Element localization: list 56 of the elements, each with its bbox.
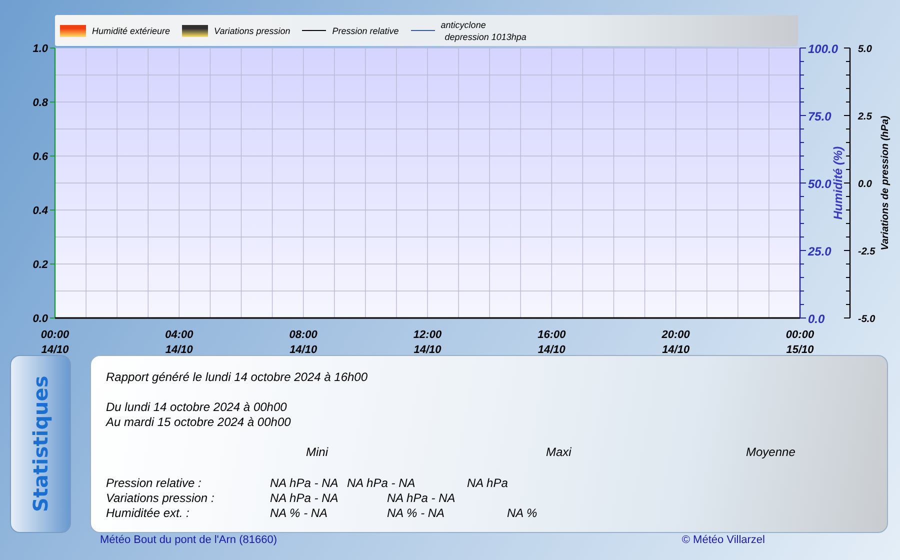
axis-tick-label: 16:00: [538, 329, 566, 341]
column-header: Moyenne: [746, 445, 796, 460]
axis-tick-label: 0.4: [32, 205, 48, 217]
axis-tick-label: 0.0: [32, 313, 48, 325]
legend-label: Pression relative: [332, 26, 399, 36]
column-header: Maxi: [546, 445, 572, 460]
axis-tick-label: 12:00: [413, 329, 442, 341]
stat-value: NA %: [507, 506, 538, 521]
stat-value: NA hPa - NA: [270, 491, 340, 506]
period-text: Au mardi 15 octobre 2024 à 00h00: [106, 415, 292, 430]
column-header: Mini: [306, 445, 330, 460]
legend-label: Variations pression: [214, 26, 290, 36]
axis-tick-label: 14/10: [41, 344, 69, 355]
stat-value: NA hPa - NA: [347, 476, 416, 491]
axis-tick-label: 75.0: [808, 110, 832, 124]
axis-tick-label: 0.0: [808, 312, 825, 326]
legend-label: depression 1013hpa: [444, 30, 526, 42]
axis-tick-label: 2.5: [858, 112, 872, 122]
axis-tick-label: 5.0: [858, 44, 872, 55]
axis-tick-label: 00:00: [786, 329, 814, 341]
legend-label: anticyclone: [440, 18, 487, 30]
row-label: Variations pression :: [106, 491, 216, 506]
axis-tick-label: 04:00: [165, 329, 194, 341]
axis-tick-label: 100.0: [808, 42, 838, 56]
axis-tick-label: 20:00: [662, 329, 690, 341]
stat-value: NA hPa - NA: [387, 491, 456, 506]
axis-tick-label: -5.0: [858, 314, 876, 325]
station-link[interactable]: Météo Bout du pont de l'Arn (81660): [100, 534, 277, 546]
axis-tick-label: 00:00: [40, 329, 70, 341]
axis-tick-label: 0.8: [32, 97, 48, 109]
axis-tick-label: 14/10: [662, 344, 690, 355]
axis-tick-label: 0.6: [32, 151, 48, 163]
copyright-link[interactable]: © Météo Villarzel: [682, 534, 765, 546]
axis-tick-label: 25.0: [808, 244, 832, 258]
row-label: Pression relative :: [106, 476, 202, 491]
axis-tick-label: 0.0: [858, 179, 872, 190]
period-text: Du lundi 14 octobre 2024 à 00h00: [106, 400, 288, 415]
row-label: Humiditée ext. :: [106, 506, 190, 521]
axis-tick-label: 1.0: [32, 43, 48, 55]
axis-tick-label: 14/10: [414, 344, 442, 355]
axis-tick-label: 14/10: [538, 344, 566, 355]
axis-tick-label: 0.2: [32, 259, 48, 271]
stat-value: NA % - NA: [387, 506, 446, 521]
stat-value: NA hPa: [467, 476, 508, 491]
axis-tick-label: 08:00: [289, 329, 318, 341]
axis-tick-label: -2.5: [858, 246, 876, 258]
axis-title: Humidité (%): [831, 146, 845, 220]
legend-label: Humidité extérieure: [92, 26, 170, 36]
stat-value: NA hPa - NA: [270, 476, 340, 491]
axis-title: Variations de pression (hPa): [880, 116, 891, 250]
axis-tick-label: 14/10: [290, 344, 318, 355]
report-date: Rapport généré le lundi 14 octobre 2024 à 16h00: [106, 370, 369, 385]
axis-tick-label: 50.0: [808, 177, 832, 191]
axis-tick-label: 15/10: [786, 344, 814, 355]
stat-value: NA % - NA: [270, 506, 329, 521]
axis-tick-label: 14/10: [165, 344, 193, 355]
